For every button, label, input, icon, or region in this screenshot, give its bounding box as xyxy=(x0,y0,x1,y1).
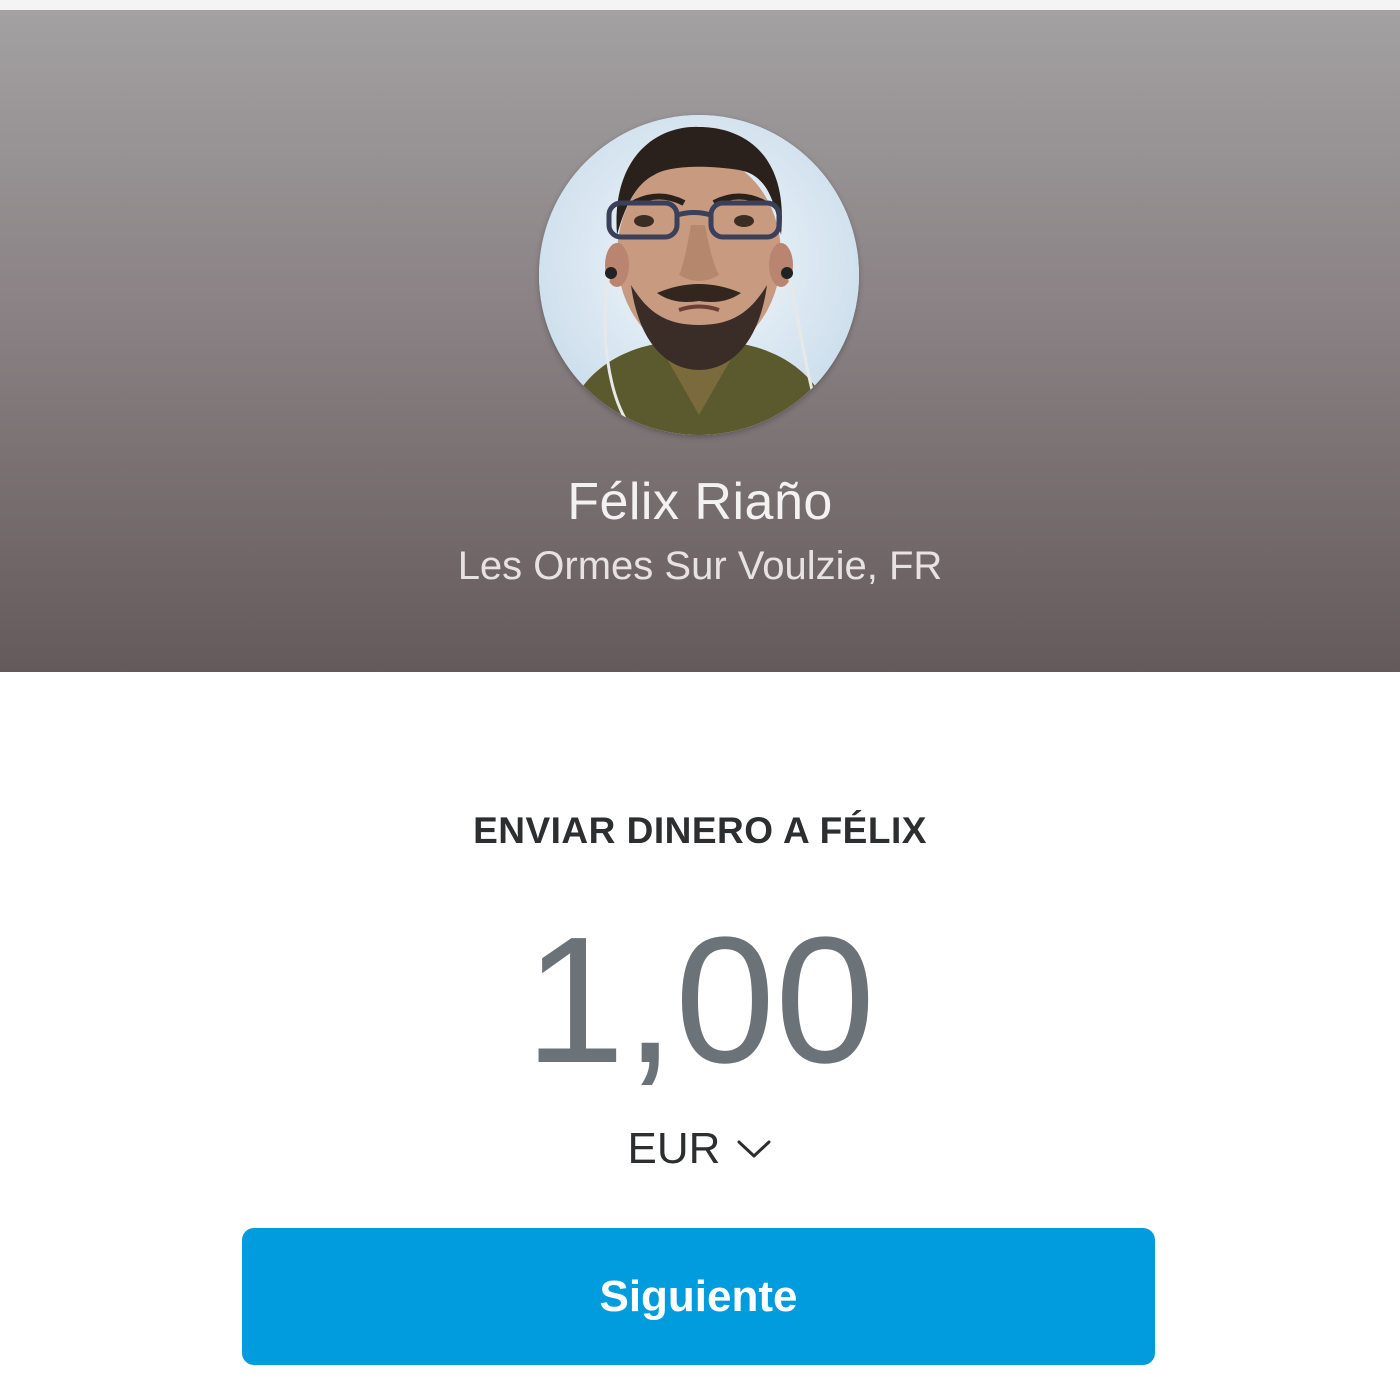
currency-selector[interactable]: EUR xyxy=(600,1120,800,1178)
avatar-photo xyxy=(539,115,859,435)
amount-input[interactable] xyxy=(300,905,1100,1095)
chevron-down-icon xyxy=(737,1140,771,1158)
avatar xyxy=(539,115,859,435)
profile-header: Félix Riaño Les Ormes Sur Voulzie, FR xyxy=(0,10,1400,672)
currency-label: EUR xyxy=(627,1124,721,1173)
top-strip xyxy=(0,0,1400,10)
send-money-title: ENVIAR DINERO A FÉLIX xyxy=(473,810,927,851)
profile-name: Félix Riaño xyxy=(567,473,833,531)
next-button[interactable]: Siguiente xyxy=(242,1228,1155,1365)
profile-location: Les Ormes Sur Voulzie, FR xyxy=(457,544,943,588)
